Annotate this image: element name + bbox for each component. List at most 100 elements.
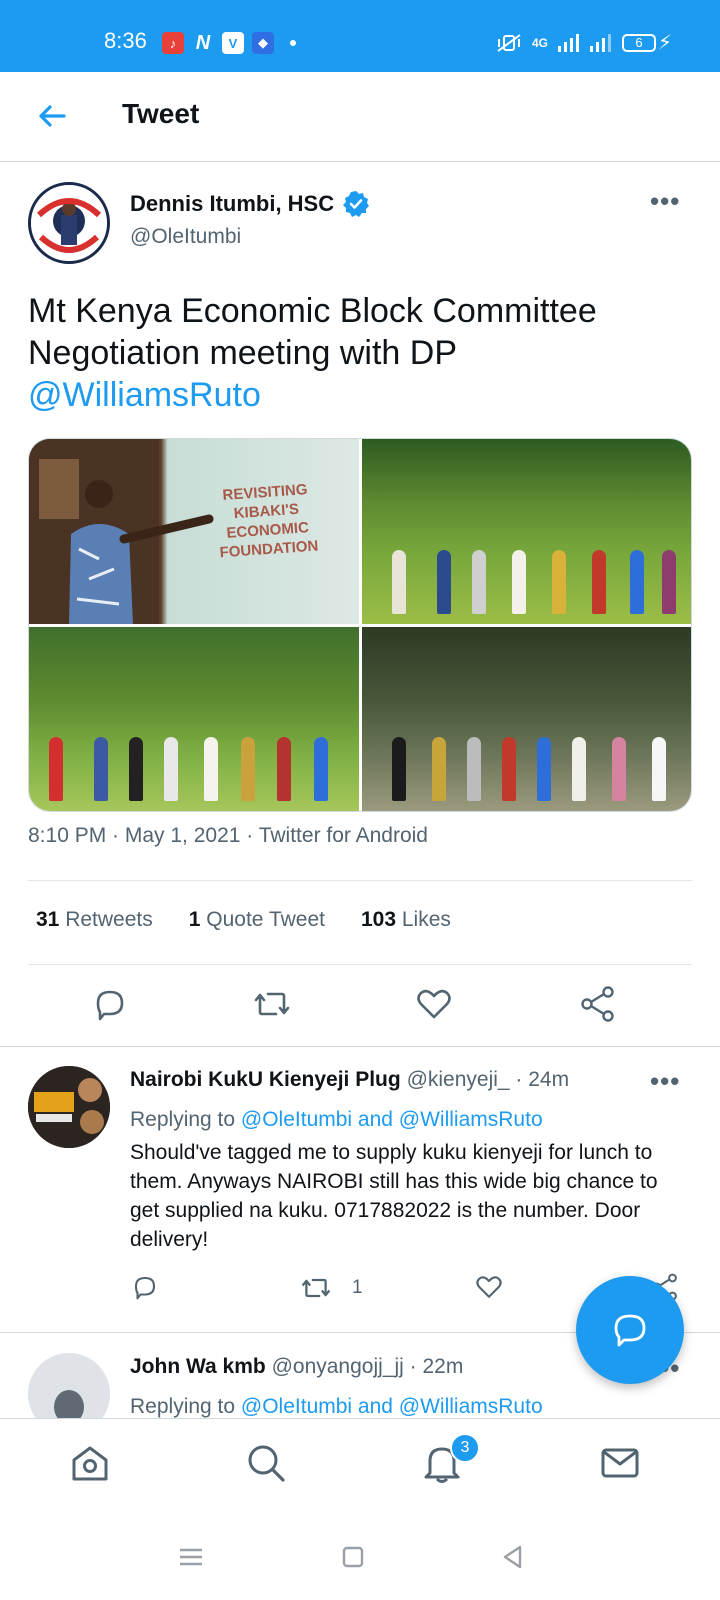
top-app-bar: Tweet [0, 72, 720, 162]
replying-to-mentions[interactable]: @OleItumbi and @WilliamsRuto [241, 1108, 543, 1131]
reply-header: John Wa kmb @onyangojj_jj · 22m [130, 1355, 463, 1379]
avatar-image [31, 185, 107, 261]
person-figure [391, 737, 406, 801]
reply-retweet-count: 1 [352, 1277, 363, 1298]
person-figure [511, 549, 526, 614]
reply-author-name[interactable]: Nairobi KukU Kienyeji Plug [130, 1068, 401, 1091]
tweet-media-grid: REVISITING KIBAKI'S ECONOMIC FOUNDATION [28, 438, 692, 812]
vibrate-icon [497, 33, 521, 52]
like-heart-icon [476, 1276, 502, 1298]
reply-like-action[interactable] [474, 1272, 504, 1302]
reply-reply-action[interactable] [130, 1272, 160, 1302]
retweet-icon [302, 1278, 330, 1298]
author-handle[interactable]: @OleItumbi [130, 225, 241, 249]
share-icon[interactable] [578, 984, 618, 1024]
recent-apps-icon[interactable] [176, 1542, 206, 1572]
person-figure [466, 737, 481, 801]
replying-to: Replying to @OleItumbi and @WilliamsRuto [130, 1395, 543, 1418]
replying-to: Replying to @OleItumbi and @WilliamsRuto [130, 1108, 543, 1132]
person-figure [651, 737, 666, 801]
person-figure [501, 737, 516, 801]
reply-author-name[interactable]: John Wa kmb [130, 1355, 266, 1378]
android-app-icon: ◆ [252, 32, 274, 54]
person-figure [431, 737, 446, 801]
tweet-photo-1[interactable]: REVISITING KIBAKI'S ECONOMIC FOUNDATION [29, 439, 359, 624]
page-title: Tweet [122, 98, 200, 129]
system-navigation-bar [0, 1514, 720, 1600]
person-figure [536, 737, 551, 801]
person-figure [571, 737, 586, 801]
person-figure [49, 737, 63, 801]
quotes-label: Quote Tweet [206, 908, 325, 931]
person-figure [314, 737, 328, 801]
compose-reply-button[interactable] [576, 1276, 684, 1384]
quotes-stat[interactable]: 1 Quote Tweet [189, 908, 325, 932]
signal-icon [557, 33, 579, 52]
replying-to-mentions[interactable]: @OleItumbi and @WilliamsRuto [241, 1395, 543, 1418]
charging-icon: ⚡ [657, 32, 672, 54]
home-button-icon[interactable] [338, 1542, 368, 1572]
person-figure [436, 549, 451, 614]
slide-text: REVISITING KIBAKI'S ECONOMIC FOUNDATION [219, 481, 319, 562]
divider [0, 1046, 720, 1047]
person-figure [391, 549, 406, 614]
person-figure [129, 737, 143, 801]
person-figure [591, 549, 606, 614]
likes-count: 103 [360, 908, 397, 931]
status-time: 8:36 [104, 28, 147, 53]
reply-icon [134, 1276, 156, 1300]
retweets-stat[interactable]: 31 Retweets [36, 908, 153, 932]
signal-icon-2 [589, 33, 611, 52]
tweet-text-body: Mt Kenya Economic Block Committee Negoti… [28, 292, 597, 372]
author-avatar[interactable] [28, 182, 110, 264]
reply-handle-time[interactable]: @kienyeji_ · 24m [407, 1068, 570, 1091]
back-arrow-icon[interactable] [34, 98, 70, 134]
verified-badge-icon [343, 191, 370, 217]
author-name[interactable]: Dennis Itumbi, HSC [130, 191, 334, 217]
person-figure [277, 737, 291, 801]
divider [28, 964, 692, 965]
replying-prefix: Replying to [130, 1395, 241, 1418]
reply-more-options-icon[interactable]: ••• [650, 1066, 680, 1097]
home-icon[interactable] [68, 1441, 112, 1485]
status-bar: 8:36 ♪ N V ◆ 4G 6 ⚡ [0, 0, 720, 72]
tweet-mention-link[interactable]: @WilliamsRuto [28, 376, 261, 414]
like-heart-icon[interactable] [414, 984, 454, 1024]
default-avatar-icon [28, 1353, 110, 1418]
messages-envelope-icon[interactable] [598, 1441, 642, 1485]
person-figure [204, 737, 218, 801]
reply-avatar[interactable] [28, 1353, 110, 1418]
person-figure [551, 549, 566, 614]
tweet-photo-3[interactable] [29, 626, 359, 811]
retweet-icon[interactable] [252, 984, 292, 1024]
person-figure [661, 549, 676, 614]
quotes-count: 1 [188, 908, 201, 931]
reply-retweet-action[interactable]: 1 [300, 1272, 363, 1304]
tweet-photo-4[interactable] [361, 626, 691, 811]
battery-icon: 6 [621, 33, 656, 52]
divider [28, 880, 692, 881]
tweet-timestamp: 8:10 PM · May 1, 2021 · Twitter for Andr… [28, 824, 428, 847]
status-right: 4G 6 ⚡ [496, 30, 672, 55]
search-icon[interactable] [244, 1441, 288, 1485]
bottom-navigation: 3 [0, 1418, 720, 1514]
reply-icon[interactable] [90, 984, 130, 1024]
back-triangle-icon[interactable] [498, 1542, 528, 1572]
person-figure [471, 549, 486, 614]
author-name-row[interactable]: Dennis Itumbi, HSC [130, 190, 370, 218]
reply-avatar[interactable] [28, 1066, 110, 1148]
tweet-stats: 31 Retweets 1 Quote Tweet 103 Likes [36, 908, 451, 932]
battery-level: 6 [635, 35, 643, 50]
notification-icons: ♪ N V ◆ [162, 32, 296, 54]
reply-bubble-icon [614, 1314, 646, 1347]
tweet-more-options-icon[interactable]: ••• [650, 186, 680, 217]
reply-handle-time[interactable]: @onyangojj_jj · 22m [272, 1355, 464, 1378]
tweet-photo-2[interactable] [361, 439, 691, 624]
likes-stat[interactable]: 103 Likes [361, 908, 451, 932]
tweet-text: Mt Kenya Economic Block Committee Negoti… [28, 290, 688, 416]
more-notifications-dot [290, 40, 296, 46]
person-figure [611, 737, 626, 801]
likes-label: Likes [401, 908, 451, 931]
notification-badge: 3 [450, 1433, 480, 1463]
music-app-icon: ♪ [162, 32, 184, 54]
